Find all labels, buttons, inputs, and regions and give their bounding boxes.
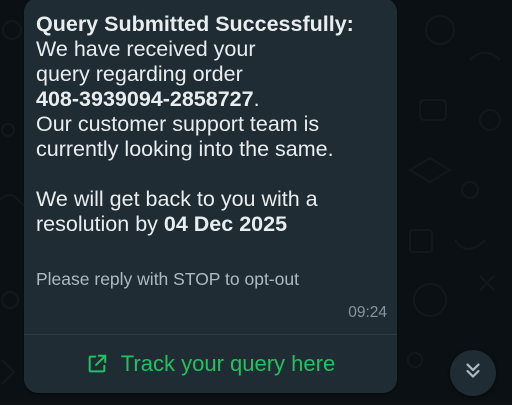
resolution-line: resolution by 04 Dec 2025 [36,212,391,237]
order-number: 408-3939094-2858727 [36,87,254,111]
track-query-label: Track your query here [120,351,336,376]
message-body: Query Submitted Successfully: We have re… [36,12,391,237]
message-line: currently looking into the same. [36,137,334,161]
message-line: query regarding order [36,62,243,86]
resolution-date: 04 Dec 2025 [163,212,288,236]
external-link-icon [86,353,108,375]
resolution-prefix: resolution by [36,212,164,236]
double-chevron-down-icon [462,360,484,387]
message-timestamp: 09:24 [348,304,387,321]
scroll-to-bottom-button[interactable] [450,350,496,396]
message-line: We have received your [36,37,256,61]
order-line: 408-3939094-2858727. [36,87,391,112]
message-bubble: Query Submitted Successfully: We have re… [24,0,397,393]
message-heading: Query Submitted Successfully: [36,12,354,36]
optout-note: Please reply with STOP to opt-out [36,269,299,289]
message-line: Our customer support team is [36,112,320,136]
order-punctuation: . [253,87,260,111]
track-query-button[interactable]: Track your query here [24,335,397,393]
message-line: We will get back to you with a [36,187,318,211]
